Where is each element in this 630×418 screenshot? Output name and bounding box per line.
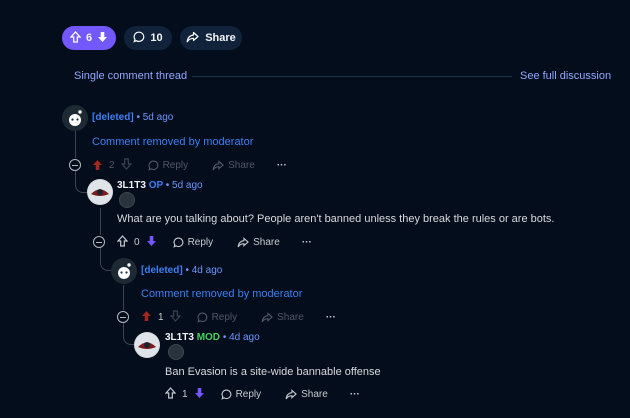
comment-icon bbox=[133, 31, 145, 46]
downvote-icon[interactable] bbox=[146, 235, 157, 250]
comment-time: • 4d ago bbox=[185, 265, 223, 276]
thread-title: Single comment thread bbox=[74, 70, 188, 82]
share-label: Share bbox=[205, 32, 236, 44]
thread-line bbox=[75, 170, 88, 193]
share-button[interactable]: Share bbox=[212, 160, 255, 171]
collapse-thread-button[interactable] bbox=[69, 159, 81, 171]
comment-icon bbox=[196, 312, 207, 323]
downvote-icon[interactable] bbox=[97, 31, 108, 46]
comment-time: • 5d ago bbox=[165, 180, 203, 191]
reply-button[interactable]: Reply bbox=[220, 389, 261, 400]
comment-author[interactable]: 3L1T3 MOD • 4d ago bbox=[165, 332, 260, 343]
avatar[interactable] bbox=[87, 179, 113, 205]
mod-badge: MOD bbox=[196, 332, 221, 343]
upvote-icon[interactable] bbox=[69, 30, 82, 46]
comment-count: 10 bbox=[150, 32, 163, 44]
user-badge-icon bbox=[119, 192, 135, 208]
vote-count: 2 bbox=[109, 159, 115, 171]
more-options-button[interactable]: ··· bbox=[302, 237, 312, 248]
comment-time: • 4d ago bbox=[222, 332, 260, 343]
see-full-discussion-link[interactable]: See full discussion bbox=[520, 70, 611, 82]
post-vote-control: 6 bbox=[62, 26, 116, 50]
op-badge: OP bbox=[148, 180, 163, 191]
more-options-button[interactable]: ··· bbox=[350, 389, 360, 400]
upvote-icon[interactable] bbox=[116, 234, 129, 250]
avatar[interactable] bbox=[62, 105, 88, 131]
comment-icon bbox=[220, 389, 231, 400]
thread-line bbox=[100, 208, 101, 235]
share-button[interactable]: Share bbox=[237, 237, 280, 248]
share-icon bbox=[285, 388, 298, 399]
comment-author[interactable]: [deleted] • 5d ago bbox=[92, 112, 173, 123]
comment-actions: 1 Reply Share ··· bbox=[164, 386, 360, 402]
vote-count: 6 bbox=[85, 32, 93, 44]
share-button[interactable]: Share bbox=[285, 389, 328, 400]
reply-button[interactable]: Reply bbox=[147, 160, 188, 171]
comment-body: Ban Evasion is a site-wide bannable offe… bbox=[165, 366, 381, 378]
share-button[interactable]: Share bbox=[180, 26, 242, 50]
comment-author[interactable]: 3L1T3 OP • 5d ago bbox=[117, 180, 203, 191]
reply-button[interactable]: Reply bbox=[172, 237, 213, 248]
reply-button[interactable]: Reply bbox=[196, 312, 237, 323]
user-badge-icon bbox=[168, 344, 184, 360]
upvote-icon[interactable] bbox=[141, 310, 152, 325]
comment-body: Comment removed by moderator bbox=[92, 136, 254, 148]
comment-body: What are you talking about? People aren'… bbox=[117, 213, 555, 225]
comment-body: Comment removed by moderator bbox=[141, 288, 303, 300]
share-button[interactable]: Share bbox=[261, 312, 304, 323]
divider bbox=[192, 76, 512, 77]
vote-count: 0 bbox=[134, 236, 140, 248]
share-icon bbox=[212, 159, 225, 170]
downvote-icon[interactable] bbox=[194, 387, 205, 402]
comment-author[interactable]: [deleted] • 4d ago bbox=[141, 265, 222, 276]
share-icon bbox=[261, 311, 274, 322]
downvote-icon[interactable] bbox=[120, 157, 132, 173]
comment-time: • 5d ago bbox=[136, 112, 174, 123]
thread-line bbox=[123, 285, 124, 310]
avatar[interactable] bbox=[111, 258, 137, 284]
collapse-thread-button[interactable] bbox=[117, 311, 129, 323]
share-icon bbox=[186, 31, 199, 46]
vote-count: 1 bbox=[182, 388, 188, 400]
collapse-thread-button[interactable] bbox=[93, 236, 105, 248]
upvote-icon[interactable] bbox=[164, 386, 177, 402]
thread-line bbox=[75, 130, 76, 158]
comment-icon bbox=[147, 160, 158, 171]
comment-icon bbox=[172, 237, 183, 248]
more-options-button[interactable]: ··· bbox=[326, 312, 336, 323]
more-options-button[interactable]: ··· bbox=[277, 160, 287, 171]
vote-count: 1 bbox=[158, 311, 164, 323]
avatar[interactable] bbox=[134, 332, 160, 358]
comment-actions: 1 Reply Share ··· bbox=[141, 309, 336, 325]
upvote-icon[interactable] bbox=[92, 159, 103, 171]
comment-actions: 2 Reply Share ··· bbox=[92, 157, 287, 173]
comments-button[interactable]: 10 bbox=[124, 26, 172, 50]
downvote-icon[interactable] bbox=[169, 309, 181, 325]
share-icon bbox=[237, 236, 250, 247]
comment-actions: 0 Reply Share ··· bbox=[116, 234, 312, 250]
